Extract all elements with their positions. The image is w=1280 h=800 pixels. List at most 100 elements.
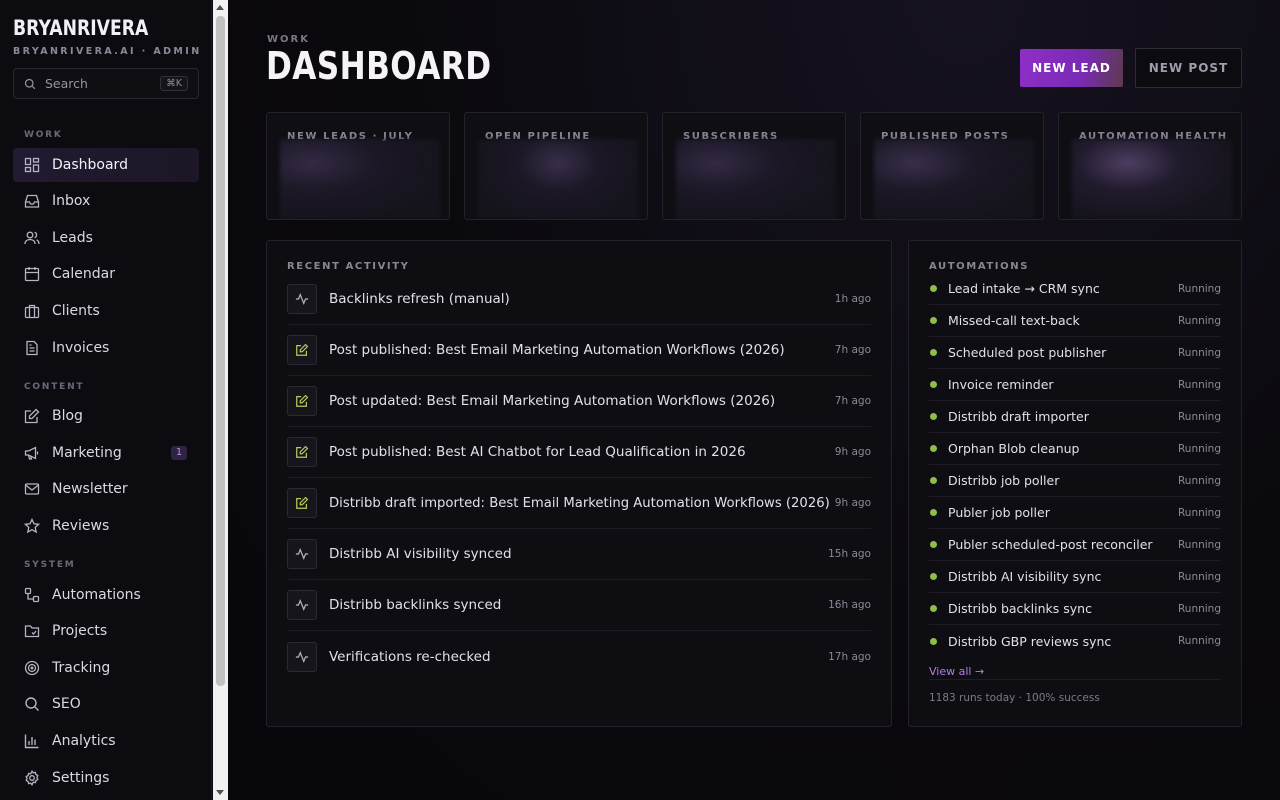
panel-title: AUTOMATIONS: [929, 261, 1030, 272]
status-dot: [930, 605, 937, 612]
sidebar-item-dashboard[interactable]: Dashboard: [13, 148, 199, 182]
stat-card-published-posts[interactable]: PUBLISHED POSTS: [860, 112, 1044, 220]
search-icon: [25, 697, 39, 711]
list-item[interactable]: Post published: Best AI Chatbot for Lead…: [287, 427, 871, 478]
list-item[interactable]: Distribb draft imported: Best Email Mark…: [287, 478, 871, 529]
activity-icon: [287, 539, 317, 569]
automation-status: Running: [1177, 570, 1221, 583]
target-icon: [24, 660, 40, 676]
sidebar-item-tracking[interactable]: Tracking: [13, 651, 199, 685]
status-dot: [930, 285, 937, 292]
stat-card-subscribers[interactable]: SUBSCRIBERS: [662, 112, 846, 220]
automation-name: Orphan Blob cleanup: [948, 441, 1080, 456]
status-dot: [930, 381, 937, 388]
sidebar-item-label: Reviews: [52, 518, 110, 534]
automation-row[interactable]: Invoice reminder Running: [929, 369, 1221, 401]
stat-card-open-pipeline[interactable]: OPEN PIPELINE: [464, 112, 648, 220]
brand-logo[interactable]: BRYANRIVERA: [13, 16, 148, 40]
users-icon: [24, 231, 40, 245]
sidebar-item-label: Settings: [52, 770, 110, 786]
status-dot: [930, 349, 937, 356]
grid-icon: [24, 157, 40, 173]
list-item[interactable]: Post updated: Best Email Marketing Autom…: [287, 376, 871, 427]
automation-row[interactable]: Publer scheduled-post reconciler Running: [929, 529, 1221, 561]
sidebar-item-label: Analytics: [52, 733, 116, 749]
automation-row[interactable]: Missed-call text-back Running: [929, 305, 1221, 337]
activity-icon: [287, 284, 317, 314]
automation-status: Running: [1177, 282, 1221, 295]
sidebar-item-blog[interactable]: Blog: [13, 399, 199, 433]
automation-row[interactable]: Distribb job poller Running: [929, 465, 1221, 497]
automation-row[interactable]: Publer job poller Running: [929, 497, 1221, 529]
sidebar-item-inbox[interactable]: Inbox: [13, 184, 199, 218]
activity-time: 15h ago: [828, 548, 871, 560]
automation-row[interactable]: Distribb draft importer Running: [929, 401, 1221, 433]
sidebar-item-settings[interactable]: Settings: [13, 761, 199, 795]
sidebar-item-calendar[interactable]: Calendar: [13, 257, 199, 291]
search-placeholder: Search: [45, 76, 88, 91]
sidebar-item-label: Clients: [52, 303, 100, 319]
automation-row[interactable]: Lead intake → CRM sync Running: [929, 273, 1221, 305]
new-lead-button[interactable]: NEW LEAD: [1020, 49, 1123, 87]
new-post-button[interactable]: NEW POST: [1135, 48, 1242, 88]
automation-name: Distribb job poller: [948, 473, 1060, 488]
stat-loading-placeholder: [280, 139, 440, 219]
edit-icon: [287, 437, 317, 467]
sidebar-item-marketing[interactable]: Marketing 1: [13, 436, 199, 470]
list-item[interactable]: Post published: Best Email Marketing Aut…: [287, 325, 871, 376]
calendar-icon: [24, 267, 40, 282]
sidebar-item-analytics[interactable]: Analytics: [13, 724, 199, 758]
gear-icon: [25, 770, 39, 786]
activity-icon: [287, 590, 317, 620]
sidebar-item-clients[interactable]: Clients: [13, 294, 199, 328]
list-item[interactable]: Backlinks refresh (manual) 1h ago: [287, 274, 871, 325]
sidebar-item-label: SEO: [52, 696, 81, 712]
scroll-up-arrow-icon[interactable]: [216, 5, 224, 10]
view-all-link[interactable]: View all →: [929, 665, 984, 678]
stat-card-automation-health[interactable]: AUTOMATION HEALTH: [1058, 112, 1242, 220]
activity-time: 17h ago: [828, 650, 871, 663]
list-item[interactable]: Verifications re-checked 17h ago: [287, 631, 871, 682]
automation-status: Running: [1177, 538, 1221, 551]
sidebar-item-projects[interactable]: Projects: [13, 614, 199, 648]
automation-status: Running: [1177, 378, 1221, 391]
sidebar-item-label: Tracking: [52, 660, 111, 676]
automation-row[interactable]: Scheduled post publisher Running: [929, 337, 1221, 369]
automation-status: Running: [1177, 602, 1221, 615]
sidebar-item-seo[interactable]: SEO: [13, 687, 199, 721]
sidebar-scrollbar[interactable]: [213, 0, 228, 800]
megaphone-icon: [24, 446, 39, 460]
sidebar-item-label: Calendar: [52, 266, 115, 282]
automation-name: Distribb backlinks sync: [948, 601, 1092, 616]
sidebar-item-automations[interactable]: Automations: [13, 578, 199, 612]
sidebar-item-label: Inbox: [52, 193, 91, 209]
briefcase-icon: [24, 304, 40, 319]
sidebar-item-label: Automations: [52, 587, 141, 603]
edit-icon: [287, 335, 317, 365]
activity-time: 7h ago: [834, 395, 871, 407]
sidebar-item-invoices[interactable]: Invoices: [13, 331, 199, 365]
automations-panel: AUTOMATIONS Lead intake → CRM sync Runnin…: [908, 240, 1242, 727]
automation-row[interactable]: Distribb AI visibility sync Running: [929, 561, 1221, 593]
sidebar-item-reviews[interactable]: Reviews: [13, 509, 199, 543]
sidebar-item-label: Projects: [52, 623, 108, 639]
list-item[interactable]: Distribb AI visibility synced 15h ago: [287, 529, 871, 580]
list-item[interactable]: Distribb backlinks synced 16h ago: [287, 580, 871, 631]
sidebar-item-leads[interactable]: Leads: [13, 221, 199, 255]
scrollbar-thumb[interactable]: [216, 16, 225, 686]
stat-card-new-leads[interactable]: NEW LEADS · JULY: [266, 112, 450, 220]
automation-row[interactable]: Distribb backlinks sync Running: [929, 593, 1221, 625]
scroll-down-arrow-icon[interactable]: [216, 790, 224, 795]
search-input[interactable]: Search ⌘K: [13, 68, 199, 99]
sidebar-item-newsletter[interactable]: Newsletter: [13, 472, 199, 506]
sidebar: BRYANRIVERA BRYANRIVERA.AI · ADMIN Searc…: [0, 0, 212, 800]
automation-row[interactable]: Orphan Blob cleanup Running: [929, 433, 1221, 465]
activity-time: 7h ago: [834, 344, 871, 356]
edit-icon: [287, 488, 317, 518]
activity-text: Post published: Best Email Marketing Aut…: [329, 342, 785, 358]
automation-name: Publer scheduled-post reconciler: [948, 537, 1153, 552]
automation-row[interactable]: Distribb GBP reviews sync Running: [929, 625, 1221, 657]
automation-name: Publer job poller: [948, 505, 1050, 520]
recent-activity-panel: RECENT ACTIVITY Backlinks refresh (manua…: [266, 240, 892, 727]
status-dot: [930, 445, 937, 452]
